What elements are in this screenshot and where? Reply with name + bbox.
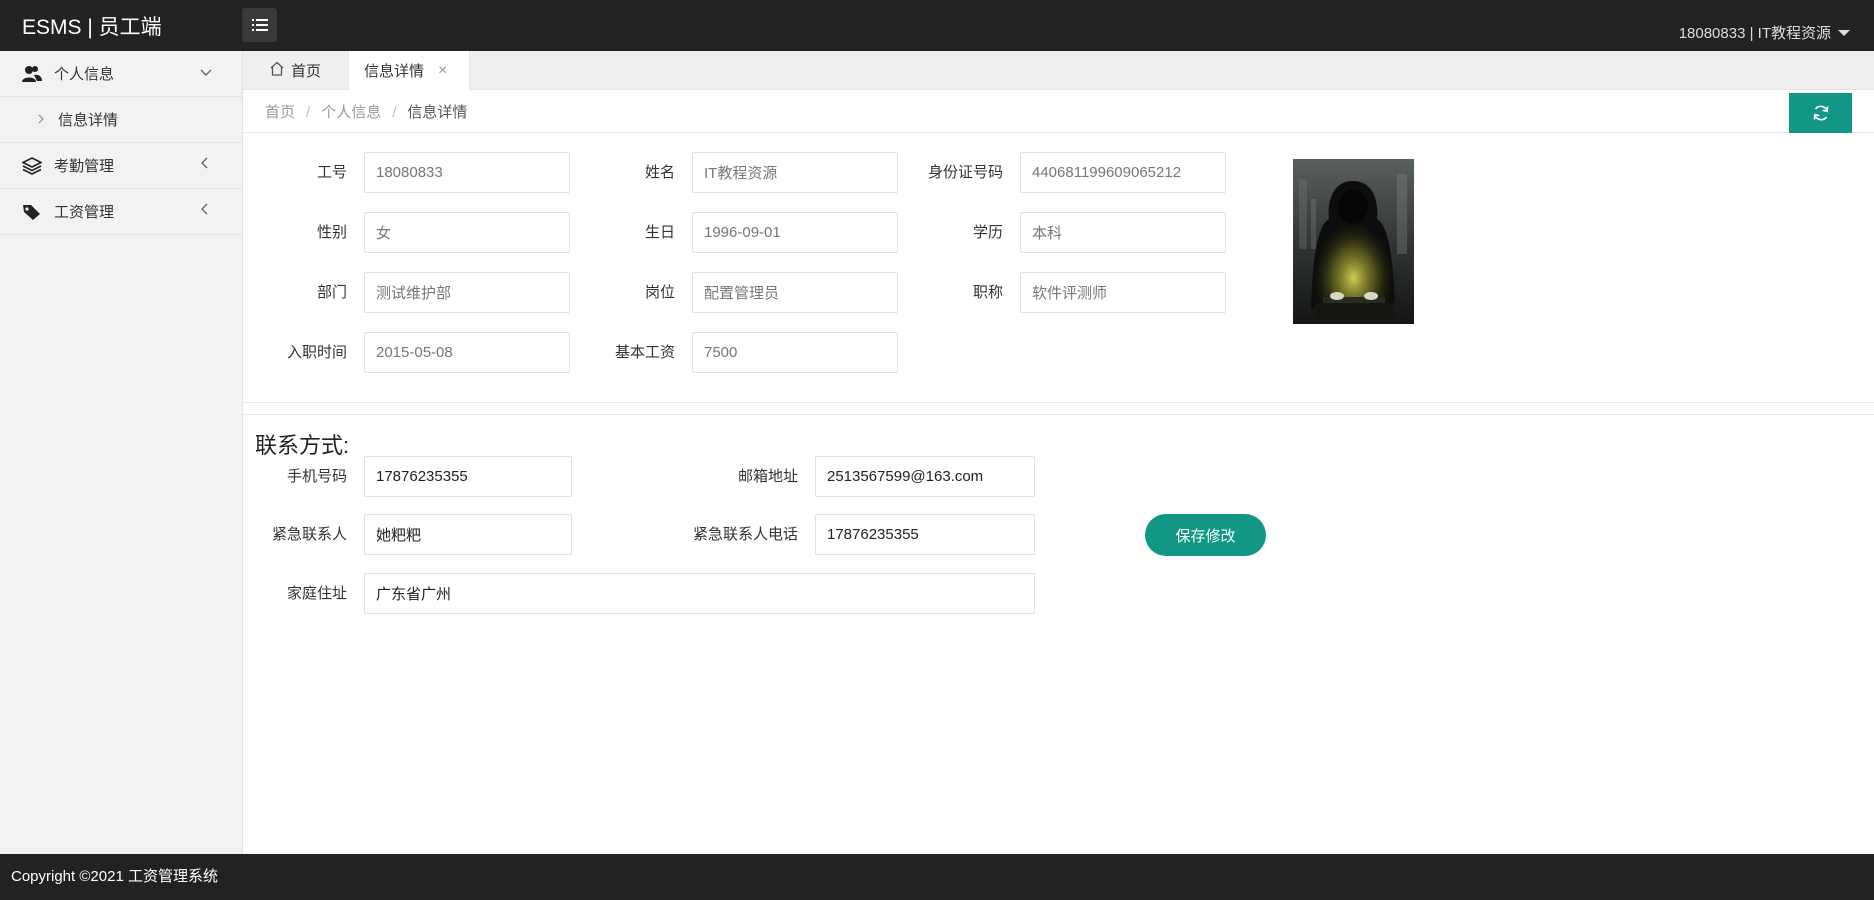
section-divider: [243, 414, 1874, 415]
chevron-left-icon: [200, 157, 208, 172]
name-field[interactable]: [692, 152, 898, 193]
birthday-label: 生日: [644, 224, 675, 241]
home-icon: [269, 61, 285, 80]
footer: Copyright ©2021 工资管理系统: [0, 854, 1874, 900]
tab-home[interactable]: 首页: [269, 51, 321, 90]
department-label: 部门: [316, 284, 347, 301]
job-title-field[interactable]: [1020, 272, 1226, 313]
chevron-right-icon: [38, 113, 44, 127]
email-label: 邮箱地址: [737, 468, 798, 485]
refresh-icon: [1813, 105, 1828, 121]
user-menu[interactable]: 18080833 | IT教程资源: [1679, 22, 1850, 43]
hire-date-field[interactable]: [364, 332, 570, 373]
top-header: ESMS | 员工端 18080833 | IT教程资源: [0, 0, 1874, 51]
position-field[interactable]: [692, 272, 898, 313]
hire-date-label: 入职时间: [286, 344, 347, 361]
id-number-field[interactable]: [1020, 152, 1226, 193]
list-icon: [251, 19, 268, 31]
tag-icon: [22, 202, 42, 222]
emergency-phone-label: 紧急联系人电话: [692, 526, 798, 543]
id-number-label: 身份证号码: [927, 164, 1003, 181]
address-label: 家庭住址: [286, 585, 347, 602]
save-button[interactable]: 保存修改: [1145, 514, 1266, 556]
copyright-text: Copyright ©2021 工资管理系统: [11, 868, 218, 885]
tabs-bar: 首页 信息详情 ×: [243, 51, 1874, 90]
phone-field[interactable]: [364, 456, 572, 497]
employee-id-label: 工号: [316, 164, 347, 181]
job-title-label: 职称: [972, 284, 1003, 301]
emergency-contact-field[interactable]: [364, 514, 572, 555]
sidebar-item-personal-info[interactable]: 个人信息: [0, 51, 242, 97]
breadcrumb-current: 信息详情: [407, 104, 468, 121]
caret-down-icon: [1838, 29, 1850, 36]
education-field[interactable]: [1020, 212, 1226, 253]
layers-icon: [22, 156, 42, 176]
section-divider: [243, 402, 1874, 403]
users-icon: [22, 64, 42, 84]
gender-label: 性别: [316, 224, 347, 241]
tab-info-detail[interactable]: 信息详情 ×: [348, 51, 470, 90]
sidebar-item-attendance[interactable]: 考勤管理: [0, 143, 242, 189]
profile-photo: [1293, 159, 1414, 324]
tab-label: 首页: [291, 63, 322, 80]
employee-id-field[interactable]: [364, 152, 570, 193]
app-logo: ESMS | 员工端: [22, 16, 162, 39]
tab-label: 信息详情: [364, 63, 425, 80]
sidebar-item-salary[interactable]: 工资管理: [0, 189, 242, 235]
sidebar-item-label: 个人信息: [54, 66, 115, 83]
education-label: 学历: [972, 224, 1003, 241]
breadcrumb-item[interactable]: 个人信息: [321, 104, 381, 121]
breadcrumb-bar: 首页 / 个人信息 / 信息详情: [243, 90, 1874, 133]
sidebar-subitem-label: 信息详情: [58, 112, 119, 129]
department-field[interactable]: [364, 272, 570, 313]
breadcrumb: 首页 / 个人信息 / 信息详情: [265, 104, 468, 121]
gender-field[interactable]: [364, 212, 570, 253]
breadcrumb-item[interactable]: 首页: [265, 104, 295, 121]
close-icon[interactable]: ×: [438, 62, 447, 80]
emergency-contact-label: 紧急联系人: [271, 526, 347, 543]
address-field[interactable]: [364, 573, 1035, 614]
name-label: 姓名: [644, 164, 675, 181]
base-salary-field[interactable]: [692, 332, 898, 373]
base-salary-label: 基本工资: [614, 344, 675, 361]
emergency-phone-field[interactable]: [815, 514, 1035, 555]
email-field[interactable]: [815, 456, 1035, 497]
position-label: 岗位: [644, 284, 675, 301]
sidebar: 个人信息 信息详情 考勤管理 工资管理: [0, 51, 243, 854]
chevron-left-icon: [200, 203, 208, 218]
sidebar-item-label: 工资管理: [54, 204, 115, 221]
refresh-button[interactable]: [1789, 93, 1852, 133]
chevron-down-icon: [200, 65, 212, 80]
birthday-field[interactable]: [692, 212, 898, 253]
sidebar-item-label: 考勤管理: [54, 158, 115, 175]
menu-toggle-button[interactable]: [242, 8, 277, 42]
user-name: 18080833 | IT教程资源: [1678, 25, 1831, 42]
phone-label: 手机号码: [286, 468, 347, 485]
sidebar-subitem-info-detail[interactable]: 信息详情: [0, 97, 242, 143]
